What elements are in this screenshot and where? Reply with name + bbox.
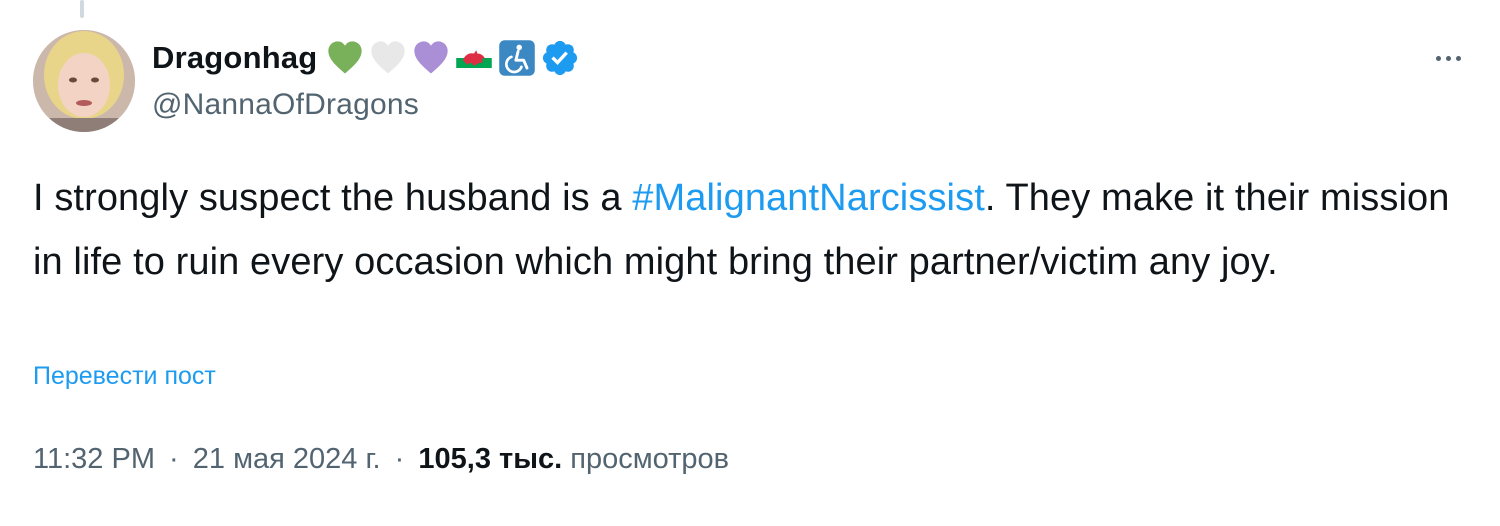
tweet-text-part: I strongly suspect the husband is a (33, 177, 633, 219)
meta-separator: · (394, 443, 405, 475)
tweet-metadata: 11:32 PM · 21 мая 2024 г. · 105,3 тыс. п… (33, 443, 729, 476)
avatar[interactable] (33, 30, 135, 132)
verified-badge-icon[interactable] (540, 38, 580, 78)
tweet-time[interactable]: 11:32 PM (33, 443, 155, 475)
wheelchair-symbol-icon (497, 38, 537, 78)
purple-heart-icon (411, 38, 451, 78)
wales-flag-icon (454, 38, 494, 78)
translate-post-link[interactable]: Перевести пост (33, 362, 216, 391)
author-handle[interactable]: @NannaOfDragons (152, 88, 583, 122)
thread-connector-line (80, 0, 84, 18)
tweet-header: Dragonhag @NannaOfDragons (152, 36, 583, 122)
hashtag-link[interactable]: #MalignantNarcissist (632, 177, 985, 219)
views-count[interactable]: 105,3 тыс. (418, 443, 562, 475)
green-heart-icon (325, 38, 365, 78)
tweet-text: I strongly suspect the husband is a #Mal… (33, 166, 1463, 294)
avatar-image (33, 30, 135, 132)
white-heart-icon (368, 38, 408, 78)
more-options-icon[interactable] (1426, 44, 1470, 72)
author-name-row: Dragonhag (152, 36, 583, 80)
author-display-name[interactable]: Dragonhag (152, 40, 317, 76)
tweet-date[interactable]: 21 мая 2024 г. (193, 443, 381, 475)
views-label: просмотров (570, 443, 730, 475)
meta-separator: · (169, 443, 179, 475)
